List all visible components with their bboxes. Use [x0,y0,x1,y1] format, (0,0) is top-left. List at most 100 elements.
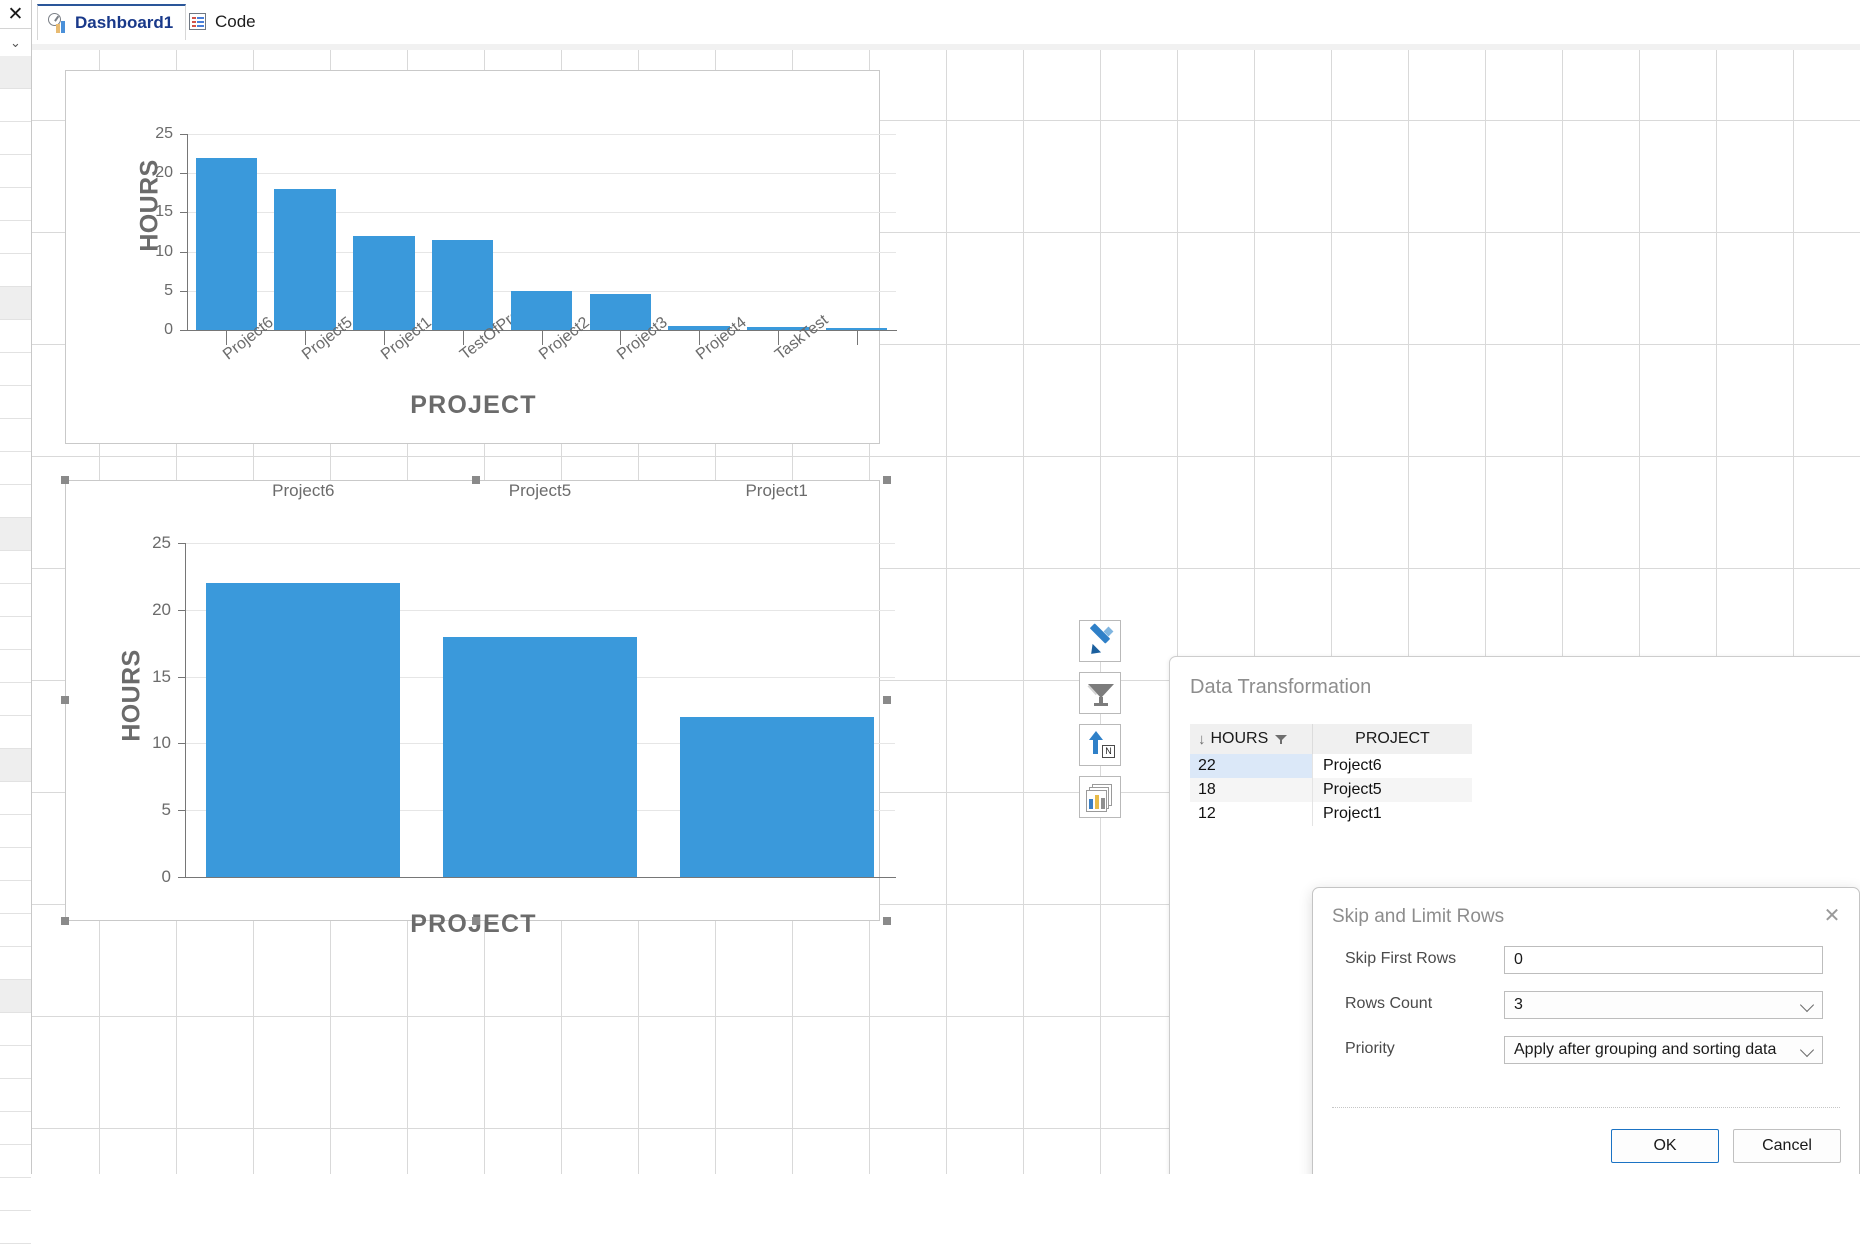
selection-handle-tc[interactable] [472,476,480,484]
rail-row[interactable] [0,287,31,320]
selection-handle-ml[interactable] [61,696,69,704]
rail-row[interactable] [0,584,31,617]
close-icon[interactable]: ✕ [0,0,31,28]
tab-code[interactable]: Code [178,4,268,40]
rail-row[interactable] [0,1145,31,1178]
y-tick [178,609,185,611]
x-tick-label: Project6 [272,481,335,500]
field-rows-count: Rows Count 3 [1332,991,1840,1019]
selection-handle-bc[interactable] [472,917,480,925]
rail-row[interactable] [0,551,31,584]
filter-button[interactable] [1079,672,1121,714]
close-icon[interactable]: ✕ [1819,902,1845,928]
rail-row[interactable] [0,518,31,551]
edit-pencil-button[interactable] [1079,620,1121,662]
rail-row[interactable] [0,980,31,1013]
rail-row[interactable] [0,716,31,749]
rail-row[interactable] [0,749,31,782]
rail-row[interactable] [0,683,31,716]
y-tick [178,543,185,544]
rail-row[interactable] [0,122,31,155]
selection-handle-br[interactable] [883,917,891,925]
rail-row[interactable] [0,1112,31,1145]
table-row[interactable]: 22 Project6 [1190,754,1472,778]
cancel-button[interactable]: Cancel [1733,1129,1841,1163]
rail-row[interactable] [0,650,31,683]
rail-row[interactable] [0,782,31,815]
table-row[interactable]: 12 Project1 [1190,802,1472,826]
rail-row[interactable] [0,1013,31,1046]
x-tick [541,331,543,345]
rows-count-select[interactable]: 3 [1504,991,1823,1019]
priority-select[interactable]: Apply after grouping and sorting data [1504,1036,1823,1064]
rail-row[interactable] [0,485,31,518]
chevron-down-icon [1799,997,1815,1013]
rail-row[interactable] [0,386,31,419]
skip-and-limit-rows-dialog[interactable]: Skip and Limit Rows ✕ Skip First Rows 0 … [1312,887,1860,1174]
rail-row[interactable] [0,452,31,485]
selection-handle-tr[interactable] [883,476,891,484]
column-header-project[interactable]: PROJECT [1312,724,1472,754]
rail-row[interactable] [0,617,31,650]
column-header-hours[interactable]: ↓ HOURS [1190,724,1312,754]
rail-row[interactable] [0,1178,31,1211]
cell-project: Project5 [1312,778,1472,802]
bar[interactable] [274,188,336,330]
rail-row[interactable] [0,188,31,221]
bar[interactable] [510,290,573,330]
dashboard-canvas[interactable]: 0 5 10 15 20 25 Project6 Project5 Project1 TestOf… [31,44,1860,1174]
bar[interactable] [679,716,874,877]
sort-button[interactable]: N [1079,724,1121,766]
bar[interactable] [206,583,401,877]
bar[interactable] [353,235,415,330]
bar[interactable] [442,636,638,877]
rail-row[interactable] [0,89,31,122]
rail-row[interactable] [0,419,31,452]
selection-handle-tl[interactable] [61,476,69,484]
y-tick-label: 0 [161,867,171,886]
ok-button[interactable]: OK [1611,1129,1719,1163]
y-axis-title: HOURS [117,649,146,742]
y-tick-label: 5 [161,800,171,820]
rail-row[interactable] [0,1079,31,1112]
chart-widget-2[interactable]: 0510152025Project6Project5Project1HOURSP… [65,480,896,938]
y-tick [178,810,185,812]
bar[interactable] [195,157,258,330]
rail-row[interactable] [0,947,31,980]
chart-widget-1[interactable]: 0 5 10 15 20 25 Project6 Project5 Project1 TestOf… [65,70,897,444]
rail-row[interactable] [0,320,31,353]
cell-project: Project1 [1312,802,1472,826]
rail-row[interactable] [0,254,31,287]
field-priority: Priority Apply after grouping and sortin… [1332,1036,1840,1064]
rail-row[interactable] [0,815,31,848]
bar[interactable] [431,239,494,330]
data-transformation-table[interactable]: ↓ HOURS PROJECT 22 Project6 18 Project5 [1190,724,1472,826]
column-header-project-label: PROJECT [1355,730,1430,747]
priority-value: Apply after grouping and sorting data [1514,1041,1777,1058]
dashboard-gauge-icon [48,13,68,33]
series-button[interactable] [1079,776,1121,818]
rail-row[interactable] [0,848,31,881]
table-header-row: ↓ HOURS PROJECT [1190,724,1472,754]
selection-handle-bl[interactable] [61,917,69,925]
rail-row[interactable] [0,1046,31,1079]
bar[interactable] [825,328,888,330]
bar[interactable] [589,293,651,330]
rail-row[interactable] [0,1211,31,1244]
rail-row[interactable] [0,221,31,254]
table-row[interactable]: 18 Project5 [1190,778,1472,802]
y-tick [180,212,187,214]
y-gridline [187,134,896,135]
filter-icon[interactable] [1275,733,1288,745]
rail-row[interactable] [0,56,31,89]
rail-row[interactable] [0,914,31,947]
tab-dashboard1[interactable]: Dashboard1 [37,4,187,40]
chevron-down-icon[interactable]: ⌄ [0,28,31,57]
selection-handle-mr[interactable] [883,696,891,704]
rail-row[interactable] [0,155,31,188]
skip-first-rows-input[interactable]: 0 [1504,946,1823,974]
rail-row[interactable] [0,881,31,914]
canvas-top-band [31,44,1860,50]
rail-row[interactable] [0,353,31,386]
y-axis-line [185,543,186,878]
